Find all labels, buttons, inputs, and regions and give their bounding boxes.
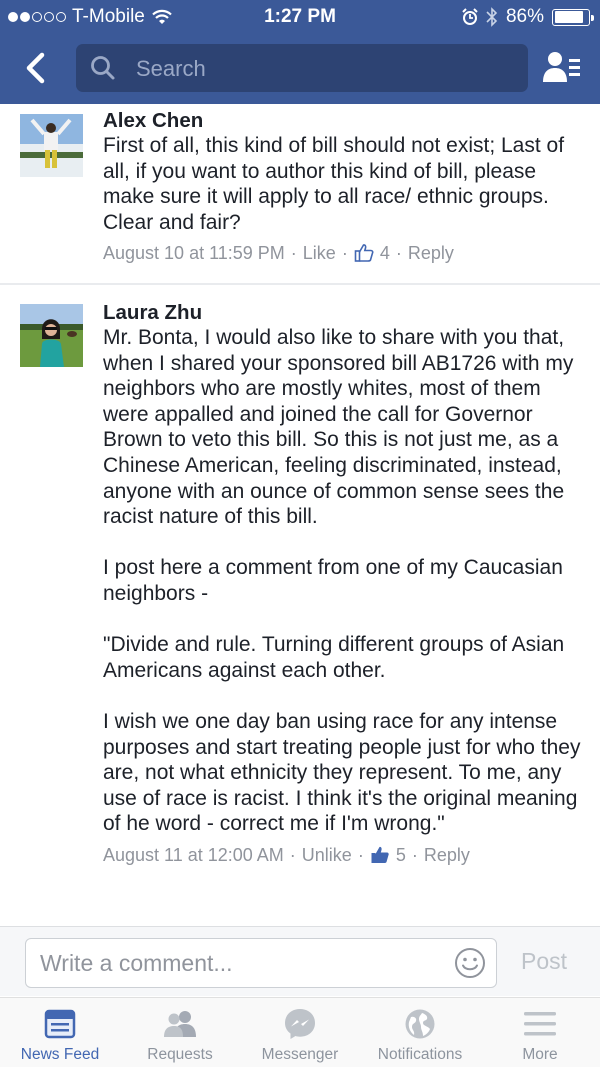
comment-divider	[0, 283, 600, 285]
tab-label: Messenger	[261, 1046, 339, 1063]
avatar[interactable]	[20, 114, 83, 177]
back-chevron-icon[interactable]	[18, 50, 54, 86]
friend-requests-icon[interactable]	[542, 50, 582, 86]
tab-more[interactable]: More	[480, 1006, 600, 1064]
search-input[interactable]: Search	[76, 44, 528, 92]
avatar[interactable]	[20, 304, 83, 367]
comment-timestamp[interactable]: August 10 at 11:59 PM	[103, 241, 285, 265]
reply-button[interactable]: Reply	[408, 241, 454, 265]
status-right: 86%	[462, 6, 594, 28]
reply-button[interactable]: Reply	[424, 843, 470, 867]
unlike-button[interactable]: Unlike	[302, 843, 352, 867]
tab-notifications[interactable]: Notifications	[360, 1006, 480, 1064]
thumbs-up-icon	[371, 846, 389, 863]
status-bar: T-Mobile 1:27 PM 86%	[0, 0, 600, 34]
menu-icon	[524, 1012, 556, 1036]
tab-label: More	[522, 1046, 558, 1063]
comment-input[interactable]: Write a comment...	[25, 938, 497, 988]
comment-composer: Write a comment... Post	[0, 926, 600, 996]
comment-placeholder: Write a comment...	[40, 950, 233, 976]
tab-news-feed[interactable]: News Feed	[0, 1006, 120, 1064]
tab-label: Requests	[147, 1046, 213, 1063]
tab-messenger[interactable]: Messenger	[240, 1006, 360, 1064]
post-button[interactable]: Post	[521, 948, 567, 975]
nav-row: Search	[0, 44, 600, 94]
meta-separator: ·	[395, 243, 402, 264]
comment-meta: August 11 at 12:00 AM · Unlike · 5 · Rep…	[103, 843, 583, 867]
meta-separator: ·	[290, 243, 297, 264]
meta-separator: ·	[341, 243, 348, 264]
comment-author[interactable]: Alex Chen	[103, 108, 583, 133]
meta-separator: ·	[357, 844, 364, 865]
thumbs-up-icon	[354, 244, 374, 263]
like-count[interactable]: 4	[380, 241, 390, 265]
tab-label: Notifications	[377, 1046, 463, 1063]
sticker-smiley-icon[interactable]	[454, 947, 486, 979]
comment-body: Alex Chen First of all, this kind of bil…	[103, 108, 583, 265]
bluetooth-icon	[486, 7, 498, 27]
comment-meta: August 10 at 11:59 PM · Like · 4 · Reply	[103, 241, 583, 265]
messenger-icon	[285, 1009, 315, 1039]
like-button[interactable]: Like	[303, 241, 336, 265]
tab-label: News Feed	[20, 1046, 100, 1063]
news-feed-icon	[44, 1009, 76, 1039]
battery-level	[554, 11, 583, 23]
meta-separator: ·	[411, 844, 418, 865]
friends-icon	[164, 1011, 196, 1037]
tab-bar: News Feed Requests Messenger Notificatio…	[0, 997, 600, 1067]
meta-separator: ·	[289, 844, 296, 865]
comment-text: First of all, this kind of bill should n…	[103, 134, 565, 234]
top-bar: T-Mobile 1:27 PM 86% Search	[0, 0, 600, 104]
comment-timestamp[interactable]: August 11 at 12:00 AM	[103, 843, 284, 867]
tab-requests[interactable]: Requests	[120, 1006, 240, 1064]
comment-body: Laura Zhu Mr. Bonta, I would also like t…	[103, 300, 583, 867]
search-icon	[91, 56, 115, 80]
alarm-icon	[462, 8, 478, 25]
battery-percent: 86%	[505, 6, 544, 27]
like-count[interactable]: 5	[396, 843, 406, 867]
battery-icon	[552, 8, 594, 26]
globe-icon	[405, 1009, 435, 1039]
search-placeholder: Search	[136, 56, 206, 81]
comment-text: Mr. Bonta, I would also like to share wi…	[103, 326, 581, 836]
comment-author[interactable]: Laura Zhu	[103, 300, 583, 325]
